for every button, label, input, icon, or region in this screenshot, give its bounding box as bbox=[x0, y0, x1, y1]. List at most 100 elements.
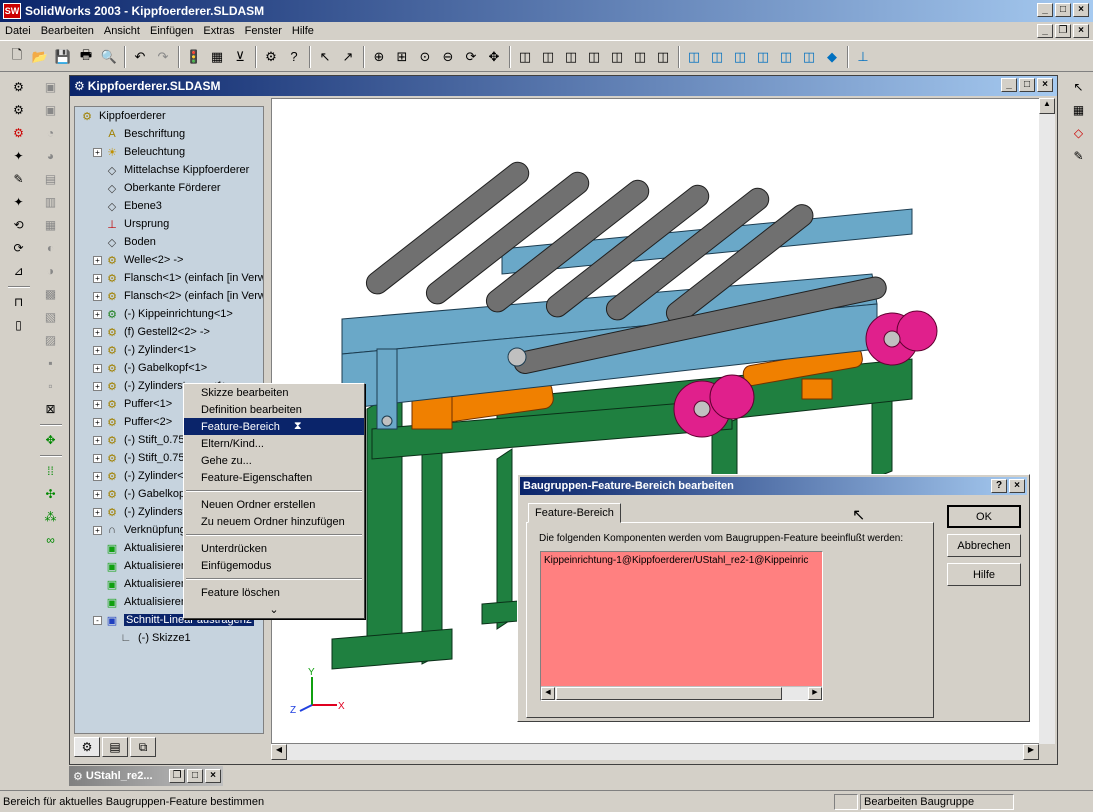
list-scroll-right-icon[interactable]: ▶ bbox=[808, 687, 822, 700]
configuration-manager-tab-icon[interactable]: ⧉ bbox=[130, 737, 156, 757]
select-icon[interactable]: ↖ bbox=[314, 46, 336, 68]
tree-expander-icon[interactable]: + bbox=[93, 417, 102, 427]
tree-item[interactable]: A Beschriftung bbox=[75, 125, 263, 143]
help-icon[interactable]: ? bbox=[283, 46, 305, 68]
viewport-vertical-scrollbar[interactable]: ▲ bbox=[1039, 98, 1055, 744]
chain-pattern-icon[interactable]: ∞ bbox=[40, 529, 62, 551]
redo-icon[interactable]: ↷ bbox=[152, 46, 174, 68]
new-file-icon[interactable]: 🗋 bbox=[6, 46, 28, 68]
insert-component-icon[interactable]: ⚙ bbox=[8, 76, 30, 98]
min-close-button[interactable]: × bbox=[205, 769, 221, 783]
tree-expander-icon[interactable]: + bbox=[93, 399, 102, 409]
tree-item[interactable]: ◇ Ebene3 bbox=[75, 197, 263, 215]
mdi-close-button[interactable]: × bbox=[1073, 24, 1089, 38]
zoom-selection-icon[interactable]: ⊖ bbox=[437, 46, 459, 68]
normal-to-icon[interactable]: ⊥ bbox=[852, 46, 874, 68]
mdi-restore-button[interactable]: ❐ bbox=[1055, 24, 1071, 38]
minimized-document[interactable]: ⚙ UStahl_re2... ❐ □ × bbox=[69, 766, 223, 786]
rebuild-icon[interactable]: 🚦 bbox=[183, 46, 205, 68]
grid-icon[interactable]: ▦ bbox=[1068, 99, 1090, 121]
list-item[interactable]: Kippeinrichtung-1@Kippfoerderer/UStahl_r… bbox=[544, 555, 819, 566]
menu-ansicht[interactable]: Ansicht bbox=[99, 25, 145, 37]
view-right-icon[interactable]: ◫ bbox=[752, 46, 774, 68]
list-scroll-thumb[interactable] bbox=[556, 687, 782, 700]
affected-components-list[interactable]: Kippeinrichtung-1@Kippfoerderer/UStahl_r… bbox=[540, 551, 823, 701]
doc-minimize-button[interactable]: _ bbox=[1001, 78, 1017, 92]
tree-expander-icon[interactable]: - bbox=[93, 615, 102, 625]
tree-expander-icon[interactable]: + bbox=[93, 291, 102, 301]
context-menu-item[interactable]: Zu neuem Ordner hinzufügen bbox=[184, 513, 364, 530]
tree-expander-icon[interactable]: + bbox=[93, 147, 102, 157]
tree-item[interactable]: ⚙ Kippfoerderer bbox=[75, 107, 263, 125]
hole-icon[interactable]: ◑ bbox=[40, 260, 62, 282]
save-icon[interactable]: 💾 bbox=[52, 46, 74, 68]
view-top-icon[interactable]: ◫ bbox=[775, 46, 797, 68]
open-file-icon[interactable]: 📂 bbox=[29, 46, 51, 68]
scroll-right-icon[interactable]: ▶ bbox=[1023, 744, 1039, 760]
select-arrow-icon[interactable]: ↖ bbox=[1068, 76, 1090, 98]
move-icon[interactable]: ✥ bbox=[40, 429, 62, 451]
tree-expander-icon[interactable]: + bbox=[93, 381, 102, 391]
tree-expander-icon[interactable]: + bbox=[93, 471, 102, 481]
mirror-icon[interactable]: ▧ bbox=[40, 306, 62, 328]
smart-dimension-icon[interactable]: ◇ bbox=[1068, 122, 1090, 144]
view-back-icon[interactable]: ◫ bbox=[706, 46, 728, 68]
options-grid-icon[interactable]: ▦ bbox=[206, 46, 228, 68]
context-menu-item[interactable]: Feature löschen bbox=[184, 584, 364, 601]
tree-item[interactable]: + ⚙ (-) Zylinder<1> bbox=[75, 341, 263, 359]
min-restore-button[interactable]: ❐ bbox=[169, 769, 185, 783]
sweep-icon[interactable]: ◔ bbox=[40, 122, 62, 144]
close-button[interactable]: × bbox=[1073, 3, 1089, 17]
maximize-button[interactable]: □ bbox=[1055, 3, 1071, 17]
tree-expander-icon[interactable]: + bbox=[93, 363, 102, 373]
smart-fasteners-icon[interactable]: ⟲ bbox=[8, 214, 30, 236]
context-menu-item[interactable]: Feature-Bereich ⧗ bbox=[184, 418, 364, 435]
ok-button[interactable]: OK bbox=[947, 505, 1021, 528]
menu-hilfe[interactable]: Hilfe bbox=[287, 25, 319, 37]
explode-icon[interactable]: ⟳ bbox=[8, 237, 30, 259]
doc-maximize-button[interactable]: □ bbox=[1019, 78, 1035, 92]
shaded-icon[interactable]: ◫ bbox=[606, 46, 628, 68]
sketch-3d-icon[interactable]: ▯ bbox=[8, 314, 30, 336]
shadows-icon[interactable]: ◫ bbox=[629, 46, 651, 68]
context-menu-item[interactable]: Feature-Eigenschaften bbox=[184, 469, 364, 486]
tree-expander-icon[interactable]: + bbox=[93, 309, 102, 319]
tree-expander-icon[interactable]: + bbox=[93, 453, 102, 463]
tree-expander-icon[interactable]: + bbox=[93, 525, 102, 535]
filter-icon[interactable]: ⊻ bbox=[229, 46, 251, 68]
zoom-in-out-icon[interactable]: ⊙ bbox=[414, 46, 436, 68]
context-menu-item[interactable]: Eltern/Kind... bbox=[184, 435, 364, 452]
tree-expander-icon[interactable]: + bbox=[93, 255, 102, 265]
dialog-close-icon[interactable]: × bbox=[1009, 479, 1025, 493]
view-iso-icon[interactable]: ◆ bbox=[821, 46, 843, 68]
cut-icon[interactable]: ▤ bbox=[40, 168, 62, 190]
mdi-minimize-button[interactable]: _ bbox=[1037, 24, 1053, 38]
tree-item[interactable]: + ⚙ Welle<2> -> bbox=[75, 251, 263, 269]
grid-pattern-icon[interactable]: ⁞⁞ bbox=[40, 460, 62, 482]
revolve-icon[interactable]: ▣ bbox=[40, 99, 62, 121]
dialog-help-icon[interactable]: ? bbox=[991, 479, 1007, 493]
tree-item[interactable]: + ⚙ (-) Gabelkopf<1> bbox=[75, 359, 263, 377]
menu-more-chevron-icon[interactable]: ⌄ bbox=[184, 601, 364, 618]
tree-expander-icon[interactable]: + bbox=[93, 327, 102, 337]
zoom-area-icon[interactable]: ⊞ bbox=[391, 46, 413, 68]
minimize-button[interactable]: _ bbox=[1037, 3, 1053, 17]
tree-expander-icon[interactable]: + bbox=[93, 507, 102, 517]
move-component-icon[interactable]: ✎ bbox=[8, 168, 30, 190]
tree-item[interactable]: ∟ (-) Skizze1 bbox=[75, 629, 263, 647]
tree-expander-icon[interactable]: + bbox=[93, 489, 102, 499]
wireframe-icon[interactable]: ◫ bbox=[514, 46, 536, 68]
tree-expander-icon[interactable]: + bbox=[93, 345, 102, 355]
list-scroll-left-icon[interactable]: ◀ bbox=[541, 687, 555, 700]
context-menu-item[interactable]: Neuen Ordner erstellen bbox=[184, 496, 364, 513]
cancel-button[interactable]: Abbrechen bbox=[947, 534, 1021, 557]
menu-bearbeiten[interactable]: Bearbeiten bbox=[36, 25, 99, 37]
doc-close-button[interactable]: × bbox=[1037, 78, 1053, 92]
tree-item[interactable]: ◇ Oberkante Förderer bbox=[75, 179, 263, 197]
view-left-icon[interactable]: ◫ bbox=[729, 46, 751, 68]
tree-item[interactable]: + ⚙ (f) Gestell2<2> -> bbox=[75, 323, 263, 341]
scroll-up-icon[interactable]: ▲ bbox=[1039, 98, 1055, 114]
tree-item[interactable]: ◇ Mittelachse Kippfoerderer bbox=[75, 161, 263, 179]
pattern-icon[interactable]: ▩ bbox=[40, 283, 62, 305]
circular-pattern-icon[interactable]: ✣ bbox=[40, 483, 62, 505]
